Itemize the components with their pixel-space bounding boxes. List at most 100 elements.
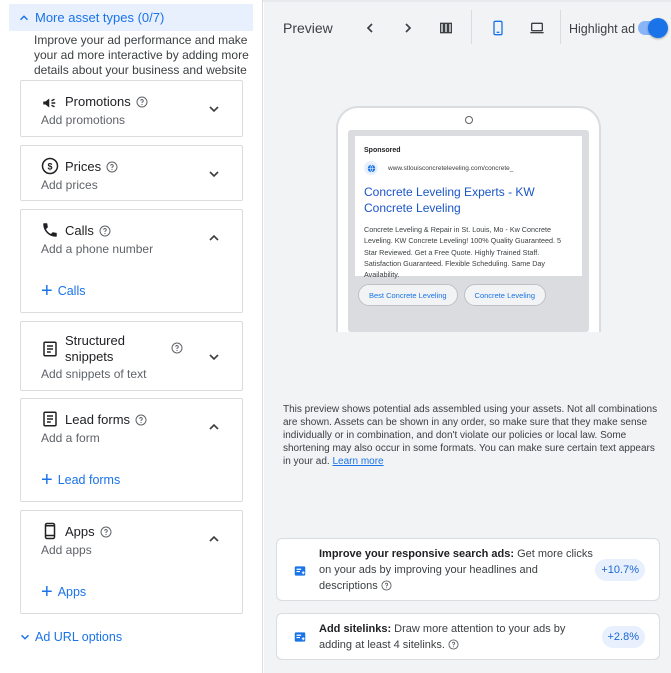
chevron-down-icon <box>20 634 30 640</box>
chevron-down-icon[interactable] <box>206 101 222 117</box>
more-asset-types-toggle[interactable]: More asset types (0/7) <box>9 4 253 31</box>
phone-camera <box>465 116 473 124</box>
structured-snippets-card[interactable]: Structured snippets Add snippets of text <box>20 321 243 391</box>
promotions-card[interactable]: Promotions Add promotions <box>20 80 243 137</box>
preview-panel: Preview Highlight ad Sponsored www.stlou… <box>264 2 671 673</box>
ad-url-options-label: Ad URL options <box>35 630 123 644</box>
add-calls-label: Calls <box>57 284 86 298</box>
chevron-up-icon[interactable] <box>206 531 222 547</box>
highlight-ad-toggle[interactable] <box>638 18 668 38</box>
toggle-knob <box>648 18 668 38</box>
promotions-subtitle: Add promotions <box>41 113 126 127</box>
calls-title-text: Calls <box>65 223 94 238</box>
learn-more-link[interactable]: Learn more <box>332 456 383 467</box>
suggestion-text: Improve your responsive search ads: Get … <box>319 546 597 594</box>
prices-card[interactable]: $ Prices Add prices <box>20 145 243 201</box>
phone-screen: Sponsored www.stlouisconcreteleveling.co… <box>348 130 589 332</box>
prices-subtitle: Add prices <box>41 178 98 192</box>
asset-intro-text: Improve your ad performance and make you… <box>34 33 249 77</box>
chevron-down-icon[interactable] <box>206 166 222 182</box>
help-icon[interactable] <box>448 639 459 650</box>
lead-forms-title-text: Lead forms <box>65 412 131 427</box>
preview-title: Preview <box>283 20 333 36</box>
ad-description: Concrete Leveling & Repair in St. Louis,… <box>364 225 561 280</box>
ad-headline[interactable]: Concrete Leveling Experts - KW Concrete … <box>364 184 574 216</box>
sponsored-label: Sponsored <box>364 147 401 154</box>
chevron-up-icon <box>19 14 29 20</box>
add-lead-forms-button[interactable]: + Lead forms <box>41 469 121 491</box>
help-icon[interactable] <box>136 96 148 108</box>
sitelink-chip[interactable]: Best Concrete Leveling <box>358 284 458 306</box>
previous-button[interactable] <box>359 17 381 39</box>
globe-icon <box>364 161 378 175</box>
toolbar-divider <box>560 10 561 44</box>
add-calls-button[interactable]: + Calls <box>41 281 86 301</box>
add-apps-button[interactable]: + Apps <box>41 582 87 602</box>
apps-title: Apps <box>65 524 112 539</box>
chevron-up-icon[interactable] <box>206 419 222 435</box>
apps-title-text: Apps <box>65 524 95 539</box>
sitelink-add-icon <box>294 632 306 642</box>
prices-title: Prices <box>65 159 118 174</box>
optimization-score-badge[interactable]: +10.7% <box>595 559 645 581</box>
globe-glyph-icon <box>367 164 375 172</box>
lead-forms-subtitle: Add a form <box>41 431 100 445</box>
more-asset-types-label: More asset types (0/7) <box>35 10 165 25</box>
help-icon[interactable] <box>99 225 111 237</box>
suggestion-card[interactable]: Add sitelinks: Draw more attention to yo… <box>276 613 660 660</box>
calls-title: Calls <box>65 223 111 238</box>
smartphone-icon <box>493 20 503 36</box>
preview-toolbar: Preview Highlight ad <box>264 2 671 50</box>
desktop-view-button[interactable] <box>526 17 548 39</box>
snippets-subtitle: Add snippets of text <box>41 367 147 381</box>
promotions-title-text: Promotions <box>65 94 131 109</box>
apps-card[interactable]: Apps Add apps + Apps <box>20 510 243 614</box>
help-icon[interactable] <box>100 526 112 538</box>
promotions-title: Promotions <box>65 94 148 109</box>
ad-url-options-toggle[interactable]: Ad URL options <box>18 630 122 644</box>
mobile-app-icon <box>44 522 56 540</box>
plus-icon: + <box>41 469 53 491</box>
optimization-score-badge[interactable]: +2.8% <box>601 626 645 648</box>
form-icon <box>43 411 57 427</box>
asset-panel: More asset types (0/7) Improve your ad p… <box>0 0 263 673</box>
help-icon[interactable] <box>171 342 183 354</box>
chevron-left-icon <box>366 23 373 33</box>
calls-card[interactable]: Calls Add a phone number + Calls <box>20 209 243 313</box>
help-icon[interactable] <box>381 580 392 591</box>
sitelink-chip[interactable]: Concrete Leveling <box>463 284 547 306</box>
ad-display-url: www.stlouisconcreteleveling.com/concrete… <box>388 165 514 172</box>
help-icon[interactable] <box>135 414 147 426</box>
ad-preview-card: Sponsored www.stlouisconcreteleveling.co… <box>355 136 582 279</box>
add-lead-forms-label: Lead forms <box>57 473 121 487</box>
dollar-circle-icon: $ <box>41 157 59 175</box>
snippets-title: Structured snippets <box>65 333 125 364</box>
phone-mockup: Sponsored www.stlouisconcreteleveling.co… <box>336 106 601 332</box>
suggestion-text: Add sitelinks: Draw more attention to yo… <box>319 621 597 653</box>
chevron-down-icon[interactable] <box>206 349 222 365</box>
grid-view-button[interactable] <box>435 17 457 39</box>
snippet-doc-icon <box>43 341 57 357</box>
laptop-icon <box>530 22 544 34</box>
help-icon[interactable] <box>106 161 118 173</box>
lead-forms-title: Lead forms <box>65 412 147 427</box>
columns-icon <box>440 22 452 34</box>
phone-icon <box>43 223 57 237</box>
lead-forms-card[interactable]: Lead forms Add a form + Lead forms <box>20 398 243 502</box>
megaphone-icon <box>43 98 56 108</box>
ad-edit-icon <box>294 566 306 576</box>
toolbar-divider <box>471 10 472 44</box>
suggestion-heading: Improve your responsive search ads: <box>319 548 515 560</box>
add-apps-label: Apps <box>57 585 87 599</box>
suggestion-card[interactable]: Improve your responsive search ads: Get … <box>276 538 660 601</box>
prices-title-text: Prices <box>65 159 102 174</box>
preview-disclaimer: This preview shows potential ads assembl… <box>283 403 663 468</box>
mobile-view-button[interactable] <box>487 17 509 39</box>
chevron-up-icon[interactable] <box>206 230 222 246</box>
sitelink-chips: Best Concrete Leveling Concrete Leveling <box>358 284 547 306</box>
next-button[interactable] <box>397 17 419 39</box>
suggestion-heading: Add sitelinks: <box>319 623 392 635</box>
apps-subtitle: Add apps <box>41 543 92 557</box>
calls-subtitle: Add a phone number <box>41 242 154 256</box>
svg-text:$: $ <box>47 161 52 171</box>
